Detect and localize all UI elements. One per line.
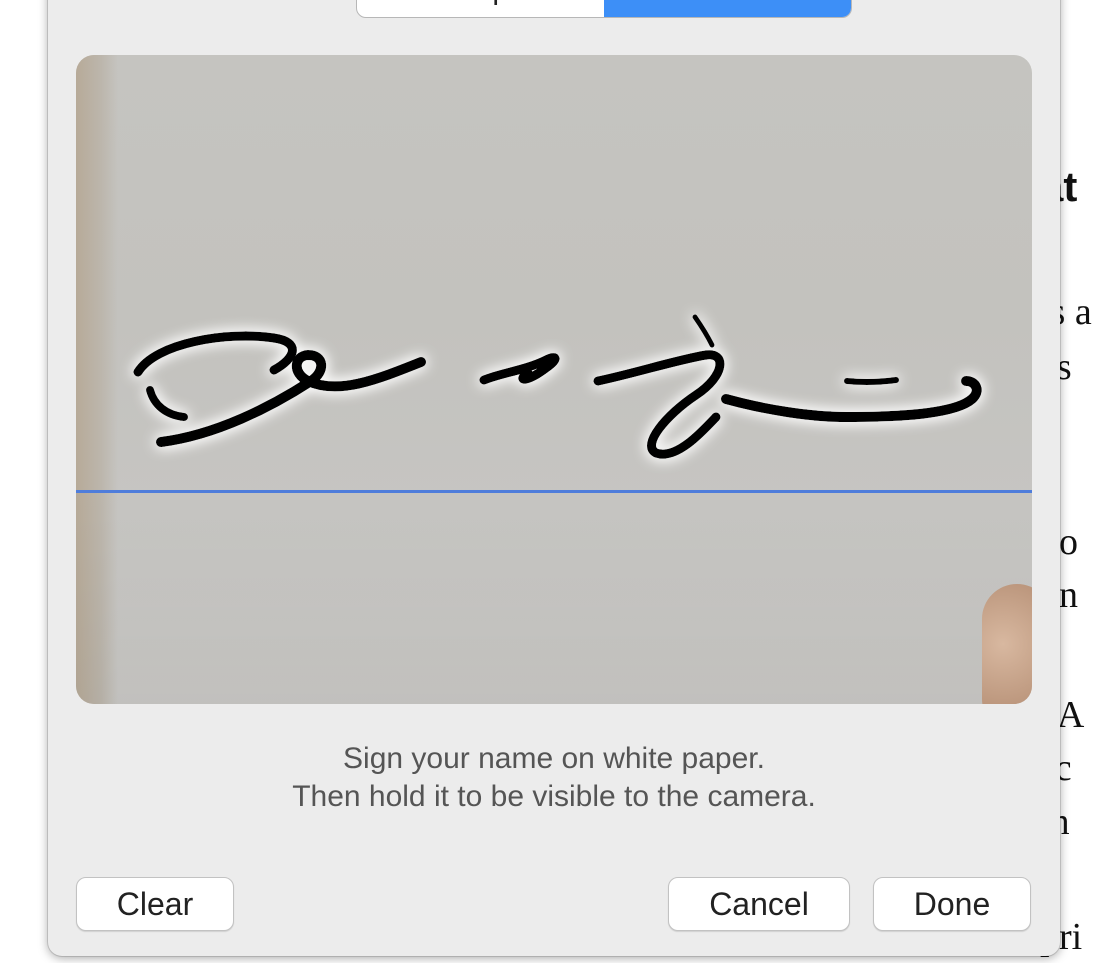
instruction-line-1: Sign your name on white paper. [343,742,765,775]
signature-image [133,314,982,459]
tab-trackpad[interactable]: Trackpad [357,0,604,17]
camera-preview [76,55,1032,704]
cancel-button[interactable]: Cancel [668,877,850,931]
instruction-line-2: Then hold it to be visible to the camera… [292,780,816,813]
signature-baseline [76,490,1032,493]
tab-camera[interactable]: Camera [604,0,851,17]
input-method-segmented-control: Trackpad Camera [356,0,852,18]
clear-button[interactable]: Clear [76,877,234,931]
instructions-text: Sign your name on white paper. Then hold… [76,740,1032,816]
done-button[interactable]: Done [873,877,1031,931]
